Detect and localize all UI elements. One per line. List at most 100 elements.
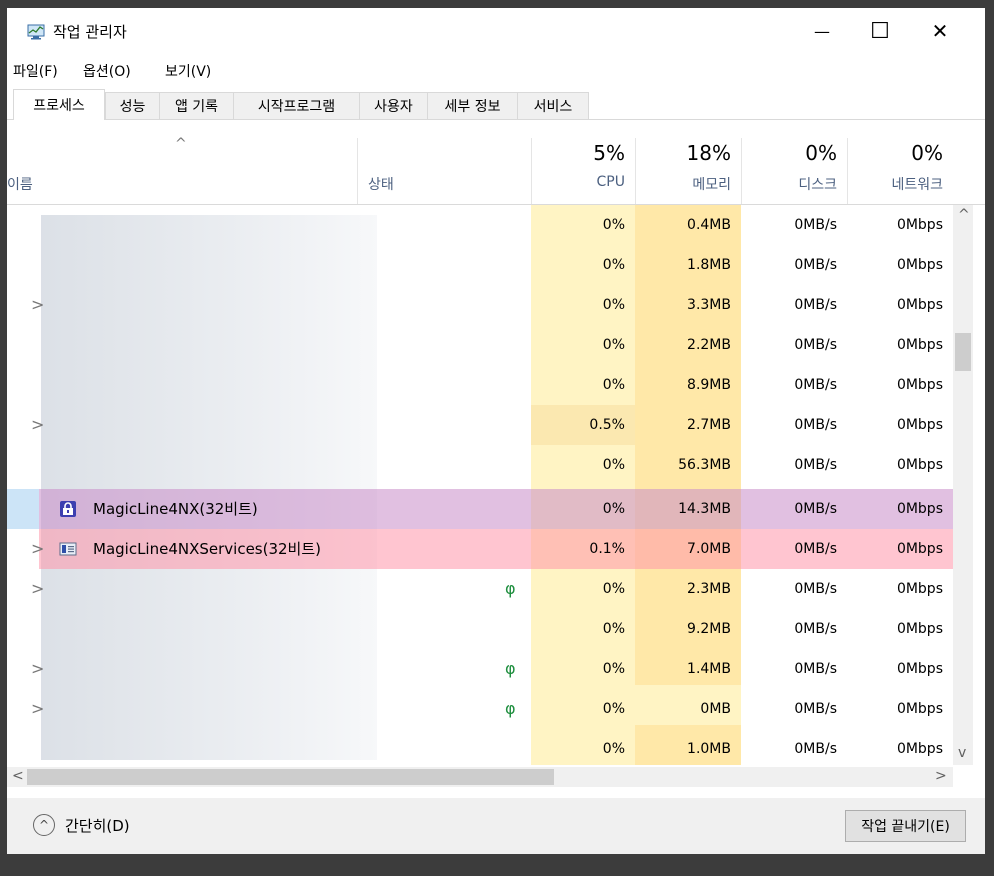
header-status-label: 상태	[368, 177, 394, 193]
network-cell: 0Mbps	[896, 701, 943, 717]
tab-label: 성능	[119, 99, 146, 115]
scroll-left-icon[interactable]: <	[12, 768, 24, 784]
minimize-button[interactable]: —	[799, 8, 845, 54]
header-network[interactable]: 0% 네트워크	[847, 120, 953, 204]
memory-cell: 0.4MB	[687, 217, 731, 233]
expand-icon[interactable]: >	[31, 649, 44, 689]
table-row[interactable]: > φ 0% 1.4MB 0MB/s 0Mbps	[7, 649, 953, 689]
memory-cell: 56.3MB	[678, 457, 731, 473]
memory-cell: 8.9MB	[687, 377, 731, 393]
header-status[interactable]: 상태	[358, 120, 531, 204]
memory-cell: 1.4MB	[687, 661, 731, 677]
menu-options[interactable]: 옵션(O)	[83, 61, 131, 81]
minimize-icon: —	[814, 21, 830, 41]
tab-label: 앱 기록	[174, 99, 219, 115]
disk-cell: 0MB/s	[794, 297, 837, 313]
cpu-cell: 0%	[602, 581, 625, 597]
menu-view[interactable]: 보기(V)	[165, 61, 211, 81]
lock-app-icon	[60, 501, 76, 517]
header-network-label: 네트워크	[891, 177, 943, 193]
disk-cell: 0MB/s	[794, 541, 837, 557]
table-row[interactable]: > MagicLine4NXServices(32비트) 0.1% 7.0MB …	[7, 529, 953, 569]
table-row[interactable]: 0% 56.3MB 0MB/s 0Mbps	[7, 445, 953, 485]
memory-cell: 3.3MB	[687, 297, 731, 313]
tab-app-history[interactable]: 앱 기록	[159, 92, 233, 119]
expand-icon[interactable]: >	[31, 529, 44, 569]
table-row[interactable]: 0% 0.4MB 0MB/s 0Mbps	[7, 205, 953, 245]
network-cell: 0Mbps	[896, 661, 943, 677]
scroll-down-icon[interactable]: v	[958, 745, 966, 761]
memory-cell: 2.3MB	[687, 581, 731, 597]
table-row[interactable]: 0% 1.0MB 0MB/s 0Mbps	[7, 729, 953, 765]
task-manager-window: 작업 관리자 — ☐ ✕ 파일(F) 옵션(O) 보기(V) 프로세스 성능 앱…	[7, 8, 985, 854]
header-memory-label: 메모리	[692, 177, 731, 193]
column-header: ^ 이름 상태 5% CPU 18% 메모리 0% 디스크 0% 네트워크	[7, 120, 985, 205]
memory-cell: 1.8MB	[687, 257, 731, 273]
process-name: MagicLine4NX(32비트)	[93, 500, 258, 518]
end-task-button[interactable]: 작업 끝내기(E)	[845, 810, 966, 842]
vertical-scrollbar[interactable]: ^ v	[953, 205, 973, 765]
expand-icon[interactable]: >	[31, 285, 44, 325]
network-cell: 0Mbps	[896, 457, 943, 473]
table-row[interactable]: 0% 8.9MB 0MB/s 0Mbps	[7, 365, 953, 405]
table-row-selected[interactable]: MagicLine4NX(32비트) 0% 14.3MB 0MB/s 0Mbps	[7, 489, 953, 529]
close-icon: ✕	[931, 19, 949, 43]
task-manager-icon	[27, 24, 45, 40]
header-name[interactable]: ^ 이름	[7, 120, 357, 204]
expand-icon[interactable]: >	[31, 569, 44, 609]
expand-icon[interactable]: >	[31, 689, 44, 729]
expand-icon[interactable]: >	[31, 405, 44, 445]
header-name-label: 이름	[7, 177, 33, 193]
memory-cell: 0MB	[700, 701, 731, 717]
tab-details[interactable]: 세부 정보	[427, 92, 517, 119]
table-row[interactable]: > φ 0% 2.3MB 0MB/s 0Mbps	[7, 569, 953, 609]
tab-services[interactable]: 서비스	[517, 92, 589, 119]
cpu-cell: 0%	[602, 257, 625, 273]
sort-ascending-icon: ^	[175, 136, 187, 152]
horizontal-scrollbar[interactable]: < >	[7, 767, 953, 787]
table-row[interactable]: > 0.5% 2.7MB 0MB/s 0Mbps	[7, 405, 953, 445]
network-cell: 0Mbps	[896, 581, 943, 597]
tab-label: 시작프로그램	[257, 99, 336, 115]
tab-label: 사용자	[374, 99, 413, 115]
disk-cell: 0MB/s	[794, 377, 837, 393]
tab-processes[interactable]: 프로세스	[13, 89, 105, 120]
scroll-up-icon[interactable]: ^	[958, 207, 970, 223]
tab-startup[interactable]: 시작프로그램	[233, 92, 359, 119]
network-cell: 0Mbps	[896, 541, 943, 557]
table-row[interactable]: > 0% 3.3MB 0MB/s 0Mbps	[7, 285, 953, 325]
header-cpu-percent: 5%	[593, 141, 625, 165]
header-cpu[interactable]: 5% CPU	[531, 120, 635, 204]
table-row[interactable]: 0% 9.2MB 0MB/s 0Mbps	[7, 609, 953, 649]
header-cpu-label: CPU	[596, 174, 625, 190]
network-cell: 0Mbps	[896, 501, 943, 517]
network-cell: 0Mbps	[896, 417, 943, 433]
cpu-cell: 0%	[602, 457, 625, 473]
table-row[interactable]: 0% 1.8MB 0MB/s 0Mbps	[7, 245, 953, 285]
tab-performance[interactable]: 성능	[105, 92, 159, 119]
table-row[interactable]: 0% 2.2MB 0MB/s 0Mbps	[7, 325, 953, 365]
menu-file[interactable]: 파일(F)	[13, 61, 58, 81]
fewer-details-button[interactable]: ^ 간단히(D)	[33, 810, 130, 840]
disk-cell: 0MB/s	[794, 337, 837, 353]
network-cell: 0Mbps	[896, 297, 943, 313]
header-network-percent: 0%	[911, 141, 943, 165]
close-button[interactable]: ✕	[917, 8, 963, 54]
vertical-scroll-thumb[interactable]	[955, 333, 971, 371]
header-memory[interactable]: 18% 메모리	[635, 120, 741, 204]
scroll-right-icon[interactable]: >	[935, 768, 947, 784]
title-bar[interactable]: 작업 관리자 — ☐ ✕	[7, 8, 985, 54]
tab-users[interactable]: 사용자	[359, 92, 427, 119]
maximize-button[interactable]: ☐	[857, 8, 903, 54]
memory-cell: 2.2MB	[687, 337, 731, 353]
disk-cell: 0MB/s	[794, 501, 837, 517]
table-row[interactable]: > φ 0% 0MB 0MB/s 0Mbps	[7, 689, 953, 729]
network-cell: 0Mbps	[896, 377, 943, 393]
horizontal-scroll-thumb[interactable]	[27, 769, 554, 785]
header-disk[interactable]: 0% 디스크	[741, 120, 847, 204]
disk-cell: 0MB/s	[794, 457, 837, 473]
tab-strip: 프로세스 성능 앱 기록 시작프로그램 사용자 세부 정보 서비스	[7, 88, 985, 120]
memory-cell: 2.7MB	[687, 417, 731, 433]
tab-label: 서비스	[533, 99, 573, 115]
cpu-cell: 0%	[602, 621, 625, 637]
